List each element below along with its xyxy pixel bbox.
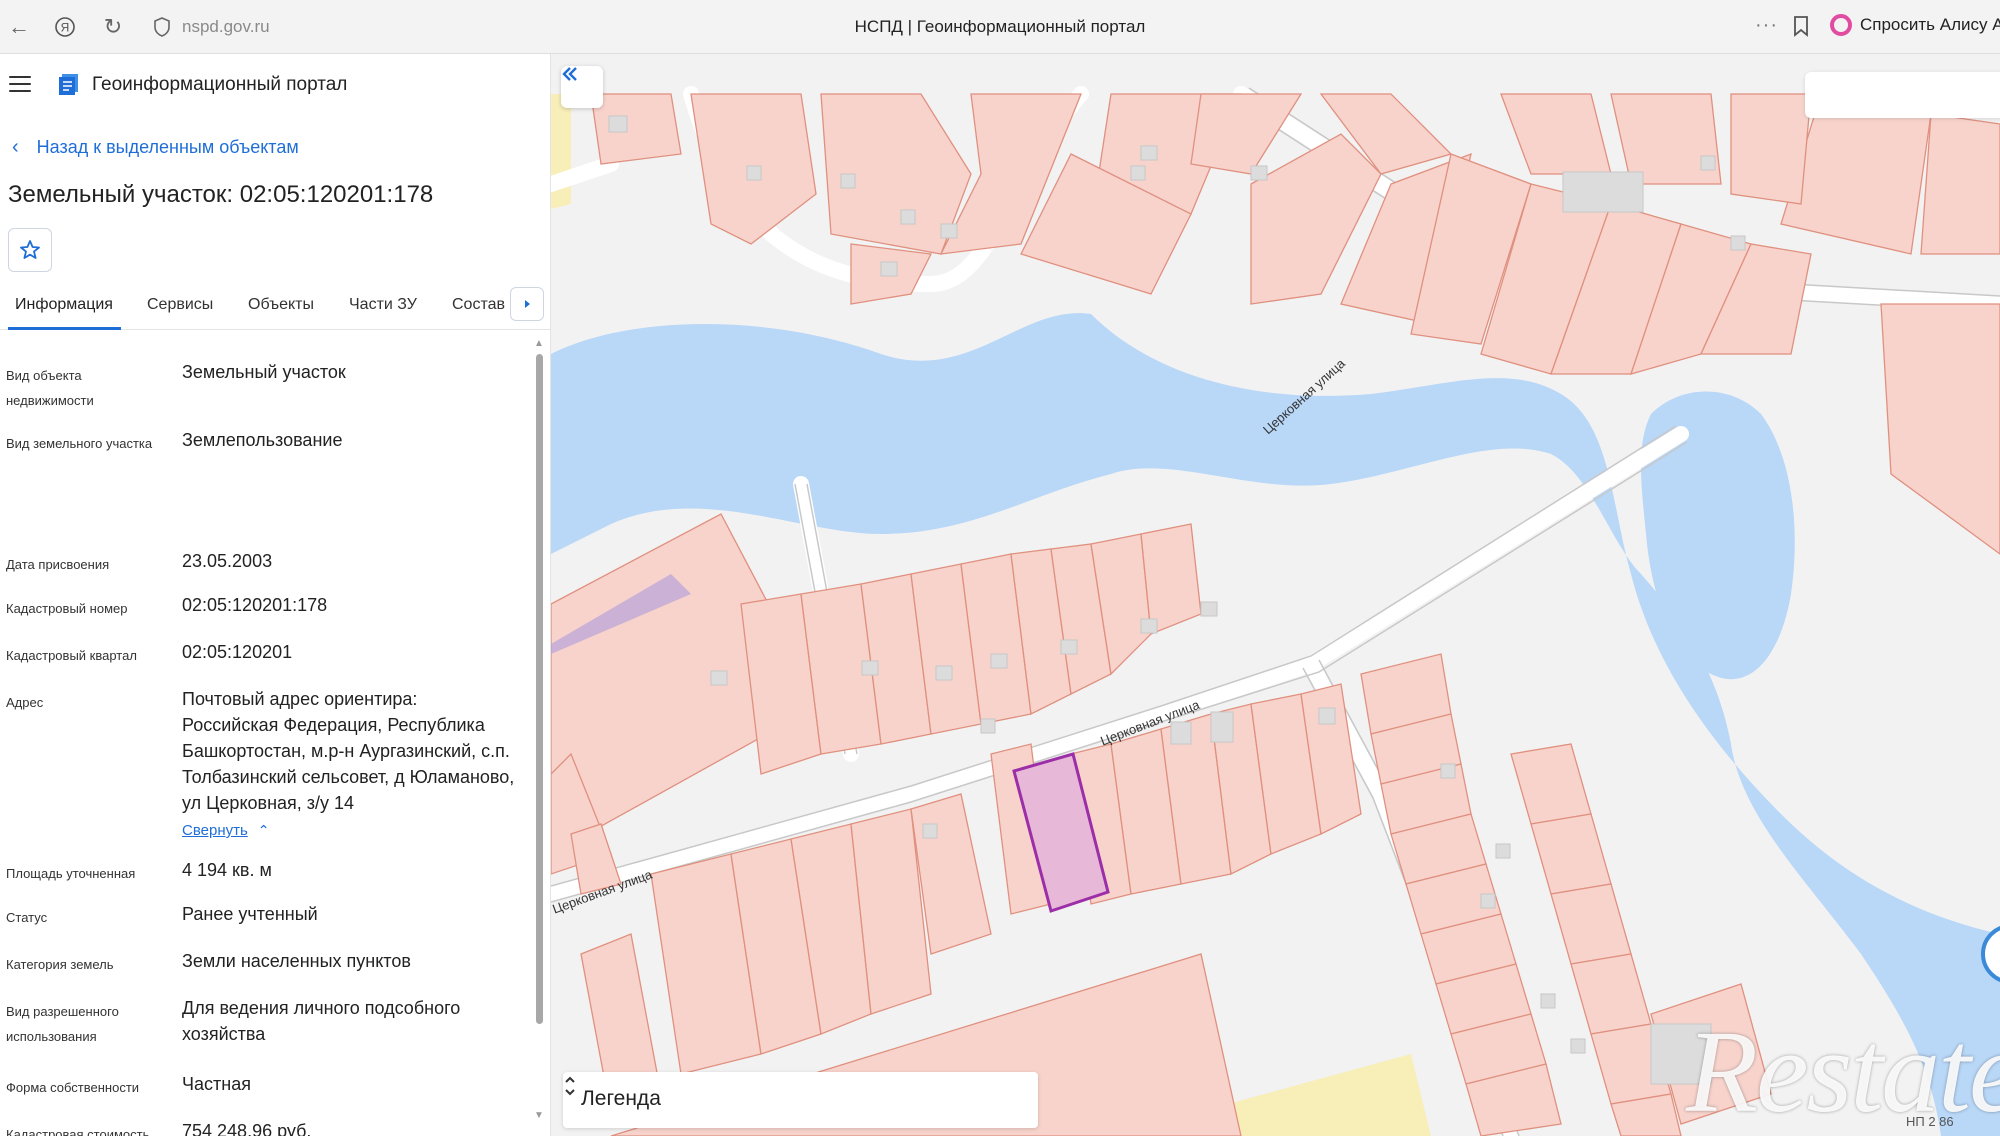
menu-icon[interactable]	[9, 76, 31, 94]
alice-icon	[1830, 14, 1852, 36]
tabs-next-button[interactable]	[510, 287, 544, 321]
info-label: Площадь уточненная	[6, 866, 136, 881]
legend-label: Легенда	[581, 1087, 661, 1110]
info-label: Адрес	[6, 695, 44, 710]
chevron-up-down-icon	[565, 1076, 575, 1096]
info-value: Почтовый адрес ориентира: Российская Фед…	[182, 686, 517, 844]
tab-composition[interactable]: Состав	[452, 296, 505, 314]
map-search-box[interactable]	[1805, 72, 2000, 118]
info-label: Вид объекта недвижимости	[6, 368, 94, 408]
alice-label: Спросить Алису А	[1860, 15, 2000, 34]
star-icon	[20, 240, 40, 259]
active-tab-indicator	[8, 327, 121, 330]
scroll-up-arrow[interactable]: ▲	[534, 338, 544, 349]
info-value: Для ведения личного подсобного хозяйства	[182, 998, 461, 1044]
info-value: 02:05:120201:178	[182, 595, 328, 615]
portal-name: Геоинформационный портал	[92, 74, 348, 95]
bookmark-icon[interactable]	[1792, 15, 1810, 37]
info-value: Землепользование	[182, 430, 343, 450]
double-chevron-left-icon	[562, 67, 577, 81]
info-label: Статус	[6, 910, 48, 925]
info-value: Частная	[182, 1074, 251, 1094]
portal-logo-icon	[59, 74, 78, 95]
tab-bar: Информация Сервисы Объекты Части ЗУ Сост…	[0, 286, 550, 330]
info-label: Кадастровый квартал	[6, 648, 137, 663]
svg-text:Я: Я	[61, 21, 70, 35]
scrollbar-thumb[interactable]	[536, 354, 543, 1024]
info-value: Земельный участок	[182, 362, 346, 382]
map-view[interactable]: Церковная улица Церковная улица Церковна…	[551, 54, 2000, 1136]
info-value: Ранее учтенный	[182, 904, 318, 924]
scale-readout: НП 2 86	[1906, 1114, 1954, 1129]
info-label: Категория земель	[6, 957, 114, 972]
info-label: Кадастровая стоимость	[6, 1127, 150, 1136]
info-value: 02:05:120201	[182, 642, 293, 662]
tab-information[interactable]: Информация	[15, 296, 113, 314]
info-value: 4 194 кв. м	[182, 860, 272, 880]
collapse-link[interactable]: Свернуть	[182, 818, 248, 844]
tab-land-parts[interactable]: Части ЗУ	[349, 296, 417, 314]
chevron-up-icon[interactable]: ⌃	[258, 822, 270, 838]
url-text: nspd.gov.ru	[182, 17, 270, 36]
reload-icon[interactable]: ↻	[98, 12, 128, 42]
tab-services[interactable]: Сервисы	[147, 296, 213, 314]
back-to-selected-link[interactable]: ‹ Назад к выделенным объектам	[12, 136, 299, 159]
info-value: 23.05.2003	[182, 551, 273, 571]
info-label: Кадастровый номер	[6, 601, 128, 616]
info-label: Дата присвоения	[6, 557, 110, 572]
back-arrow-icon[interactable]: ←	[4, 12, 34, 42]
legend-dropdown[interactable]: Легенда	[563, 1072, 1038, 1128]
yandex-icon[interactable]: Я	[50, 12, 80, 42]
triangle-right-icon	[525, 300, 530, 308]
favorite-button[interactable]	[8, 228, 52, 272]
yellow-zone	[551, 94, 571, 209]
address-text: Почтовый адрес ориентира: Российская Фед…	[182, 689, 515, 813]
alice-button[interactable]: Спросить Алису А	[1830, 14, 2000, 36]
browser-toolbar: ← Я ↻ nspd.gov.ru НСПД | Геоинформационн…	[0, 0, 2000, 54]
shield-icon	[154, 17, 170, 37]
object-info-panel: Геоинформационный портал ‹ Назад к выдел…	[0, 54, 551, 1136]
map-canvas[interactable]	[551, 54, 2000, 1136]
address-bar[interactable]: nspd.gov.ru	[140, 10, 1780, 44]
tab-objects[interactable]: Объекты	[248, 296, 314, 314]
scroll-down-arrow[interactable]: ▼	[534, 1110, 544, 1121]
info-value: 754 248,96 руб.	[182, 1121, 312, 1136]
page-title: Земельный участок: 02:05:120201:178	[8, 181, 434, 208]
info-label: Форма собственности	[6, 1080, 140, 1095]
info-label: Вид земельного участка	[6, 436, 153, 451]
back-link-label: Назад к выделенным объектам	[36, 137, 299, 157]
collapse-panel-button[interactable]	[561, 66, 603, 108]
info-label: Вид разрешенного использования	[6, 1004, 119, 1044]
chevron-left-icon: ‹	[12, 136, 19, 158]
more-icon[interactable]: ···	[1755, 14, 1778, 37]
info-value: Земли населенных пунктов	[182, 951, 411, 971]
